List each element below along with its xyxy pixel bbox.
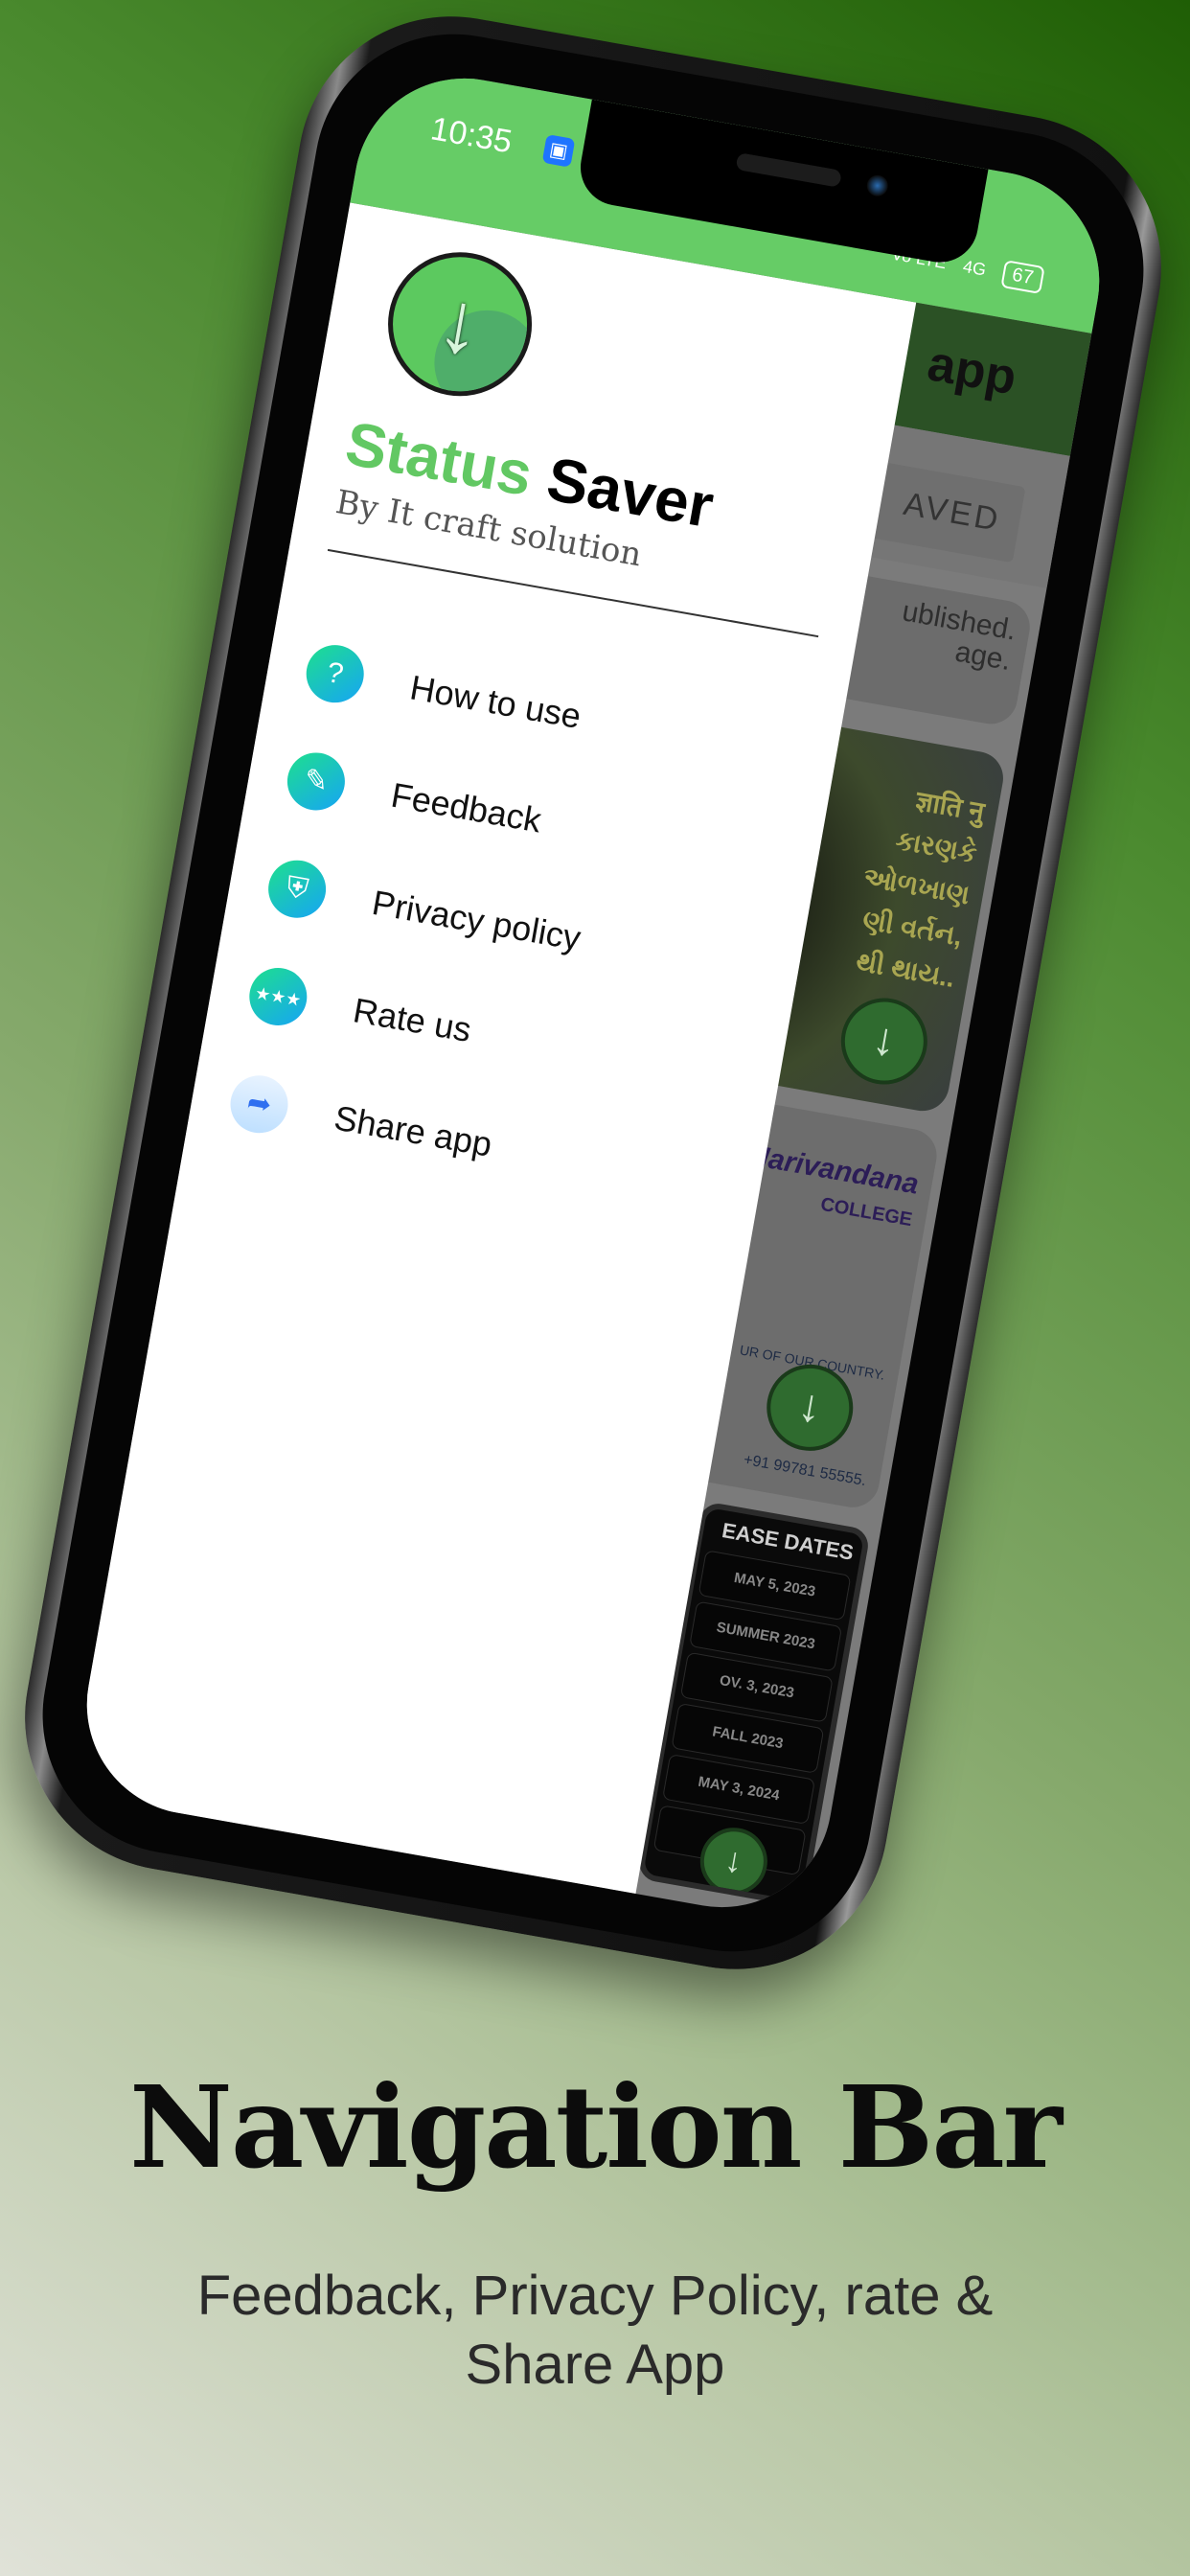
share-arrow-icon: ➦ [225,1070,293,1138]
battery-indicator: 67 [1000,260,1045,294]
menu-label: Feedback [388,774,545,840]
app-title: app [923,335,1021,406]
subtitle-line: Feedback, Privacy Policy, rate & [196,2265,994,2327]
menu-label: Privacy policy [369,882,584,958]
help-book-icon: ? [301,640,369,707]
card-text: ज्ञाति नु કારણકે ઓળખાણ ણી વર્તન, થી થાય.… [845,773,987,1000]
menu-label: Share app [331,1097,495,1164]
user-stars-icon: ★★★ [244,963,312,1030]
shield-wrench-icon: ⛨ [263,855,331,923]
drawer-menu: ? How to use ✎ Feedback ⛨ Privacy policy ★★… [221,615,628,1208]
download-button[interactable]: ↓ [834,991,934,1092]
menu-label: How to use [407,667,584,737]
college-sub: COLLEGE [818,1193,914,1231]
promo-headline: Navigation Bar [129,2060,1063,2194]
menu-label: Rate us [350,990,474,1050]
college-label: Harivandana [745,1138,922,1201]
android-icon: ▣ [541,134,576,168]
college-name: Harivandana COLLEGE [740,1139,921,1233]
front-camera [865,172,890,198]
phone-bezel: 10:35 ▣ ↓ Vo LTE 4G 67 app AVED ublished… [20,12,1166,1974]
subtitle-line: Share App [465,2334,725,2396]
clipboard-edit-icon: ✎ [283,748,350,816]
promo-subtitle: Feedback, Privacy Policy, rate & Share A… [115,2262,1075,2400]
signal-4g-label: 4G [961,256,988,280]
speaker [735,152,842,188]
phone-number: +91 99781 55555. [742,1451,868,1490]
app-logo-icon: ↓ [377,241,543,408]
status-time: 10:35 [427,110,515,161]
phone-mockup: 10:35 ▣ ↓ Vo LTE 4G 67 app AVED ublished… [0,0,1186,1994]
phone-screen: 10:35 ▣ ↓ Vo LTE 4G 67 app AVED ublished… [69,60,1117,1925]
